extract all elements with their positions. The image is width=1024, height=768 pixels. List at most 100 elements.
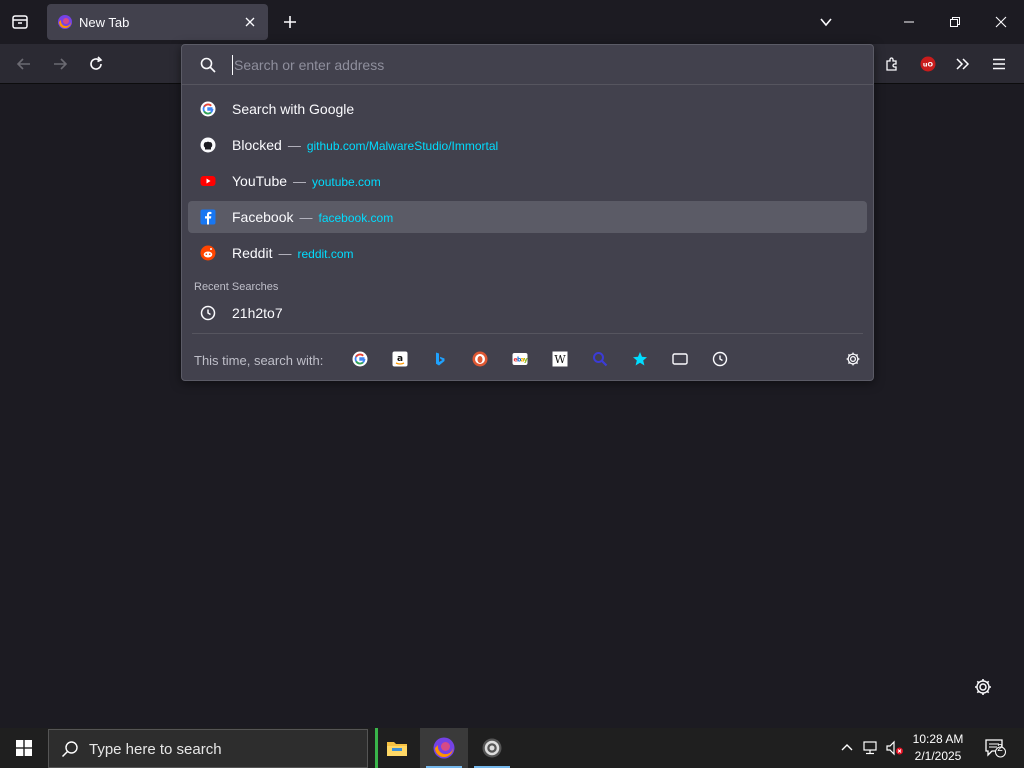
url-input[interactable] (232, 55, 852, 75)
window-close-button[interactable] (978, 0, 1024, 44)
search-icon (200, 57, 216, 73)
search-bookmarks-button[interactable] (630, 349, 650, 369)
firefox-view-button[interactable] (8, 10, 32, 34)
suggestion-label: Search with Google (232, 101, 354, 117)
search-engine-google[interactable] (350, 349, 370, 369)
minimize-icon (904, 21, 914, 23)
app-icon (482, 738, 502, 758)
gear-icon (846, 352, 860, 366)
svg-text:a: a (397, 354, 403, 364)
restore-icon (950, 17, 960, 27)
clock-icon (200, 305, 216, 321)
amazon-icon: a (392, 351, 408, 367)
suggestion-facebook[interactable]: Facebook — facebook.com (188, 201, 867, 233)
file-explorer-button[interactable] (375, 728, 415, 768)
tab-title: New Tab (79, 14, 130, 30)
ublock-icon: uO (920, 56, 936, 72)
suggestion-label: YouTube — youtube.com (232, 173, 381, 189)
chevron-up-icon (841, 744, 853, 751)
notifications-button[interactable]: 2 (978, 728, 1012, 768)
google-icon (200, 101, 216, 117)
plus-icon (284, 16, 296, 28)
tab-close-button[interactable] (242, 14, 258, 30)
reload-button[interactable] (84, 52, 108, 76)
suggestion-label: Blocked — github.com/MalwareStudio/Immorta… (232, 137, 498, 153)
recent-search-item[interactable]: 21h2to7 (188, 297, 867, 329)
close-icon (995, 16, 1007, 28)
list-all-tabs-button[interactable] (803, 0, 849, 44)
search-engine-custom[interactable] (590, 349, 610, 369)
suggestion-search-google[interactable]: Search with Google (188, 93, 867, 125)
firefox-taskbar-button[interactable] (420, 728, 468, 768)
ublock-origin-button[interactable]: uO (916, 52, 940, 76)
double-chevron-right-icon (956, 58, 970, 70)
reddit-icon (200, 245, 216, 261)
volume-button[interactable] (884, 728, 906, 768)
clock-icon (712, 351, 728, 367)
taskbar-search-placeholder: Type here to search (89, 741, 222, 758)
clock[interactable]: 10:28 AM 2/1/2025 (906, 731, 970, 765)
gear-icon (975, 679, 991, 695)
star-icon (633, 352, 647, 366)
app-menu-button[interactable] (987, 52, 1011, 76)
urlbar-panel: Search with Google Blocked — github.com/Ma… (181, 44, 874, 381)
firefox-icon (58, 15, 72, 29)
extensions-button[interactable] (880, 52, 904, 76)
search-history-button[interactable] (710, 349, 730, 369)
one-off-label: This time, search with: (194, 353, 324, 368)
suggestion-reddit[interactable]: Reddit — reddit.com (188, 237, 867, 269)
magnifier-icon (593, 352, 608, 367)
suggestion-url: youtube.com (312, 175, 381, 189)
svg-text:uO: uO (923, 61, 934, 69)
overflow-menu-button[interactable] (951, 52, 975, 76)
clock-date: 2/1/2025 (914, 749, 962, 763)
taskbar-search-box[interactable]: Type here to search (48, 729, 368, 768)
search-engine-wikipedia[interactable]: W (550, 349, 570, 369)
github-icon (200, 137, 216, 153)
suggestion-youtube[interactable]: YouTube — youtube.com (188, 165, 867, 197)
restore-button[interactable] (932, 0, 978, 44)
svg-text:W: W (554, 353, 566, 366)
start-button[interactable] (0, 728, 48, 768)
taskbar: Type here to search 10:28 AM 2/1/2025 2 (0, 728, 1024, 768)
tab-new-tab[interactable]: New Tab (47, 4, 268, 40)
arrow-left-icon (16, 58, 30, 70)
suggestion-title: Blocked (232, 137, 282, 153)
search-icon (61, 741, 78, 758)
minimize-button[interactable] (886, 0, 932, 44)
new-tab-button[interactable] (278, 10, 302, 34)
search-engine-bing[interactable] (430, 349, 450, 369)
suggestion-blocked-github[interactable]: Blocked — github.com/MalwareStudio/Immorta… (188, 129, 867, 161)
search-settings-button[interactable] (843, 349, 863, 369)
network-button[interactable] (860, 728, 882, 768)
app-taskbar-button[interactable] (472, 728, 512, 768)
folder-icon (386, 742, 407, 756)
tab-icon (672, 353, 688, 365)
separator: — (278, 246, 292, 261)
suggestion-url: reddit.com (297, 247, 354, 261)
facebook-icon (200, 209, 216, 225)
divider (192, 333, 863, 334)
firefox-view-icon (12, 15, 28, 29)
network-icon (863, 741, 877, 755)
back-button[interactable] (12, 52, 36, 76)
arrow-right-icon (54, 58, 68, 70)
separator: — (299, 210, 313, 225)
search-engine-duckduckgo[interactable] (470, 349, 490, 369)
clock-time: 10:28 AM (912, 732, 964, 746)
show-hidden-icons-button[interactable] (838, 728, 856, 768)
suggestion-title: Search with Google (232, 101, 355, 117)
search-engine-amazon[interactable]: a (390, 349, 410, 369)
notification-count: 2 (997, 743, 1003, 754)
wikipedia-icon: W (552, 351, 568, 367)
search-engine-ebay[interactable]: e b a y (510, 349, 530, 369)
new-tab-settings-button[interactable] (973, 677, 993, 697)
search-tabs-button[interactable] (670, 349, 690, 369)
forward-button[interactable] (48, 52, 72, 76)
separator: — (293, 174, 307, 189)
suggestion-label: Facebook — facebook.com (232, 209, 393, 225)
volume-muted-icon (886, 740, 903, 756)
google-icon (352, 351, 368, 367)
svg-text:y: y (524, 357, 528, 364)
suggestion-label: Reddit — reddit.com (232, 245, 354, 261)
